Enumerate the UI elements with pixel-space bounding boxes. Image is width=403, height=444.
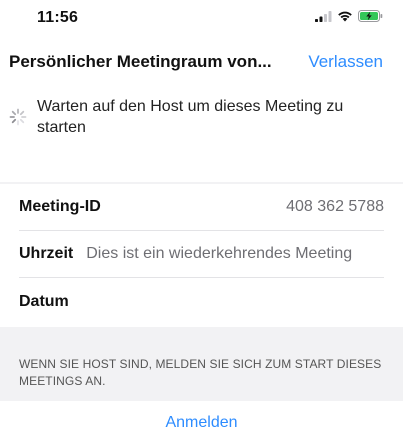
meeting-id-label: Meeting-ID xyxy=(19,198,101,215)
navigation-bar: Persönlicher Meetingraum von... Verlasse… xyxy=(0,36,403,86)
status-bar: 11:56 xyxy=(0,0,403,36)
waiting-message: Warten auf den Host um dieses Meeting zu… xyxy=(37,98,344,136)
cellular-signal-icon xyxy=(315,9,332,27)
date-label: Datum xyxy=(19,292,69,310)
signin-bar: Anmelden xyxy=(0,401,403,444)
date-row: Datum xyxy=(19,278,384,325)
page-title: Persönlicher Meetingraum von... xyxy=(9,52,272,71)
host-signin-note: WENN SIE HOST SIND, MELDEN SIE SICH ZUM … xyxy=(19,357,382,388)
waiting-banner: Warten auf den Host um dieses Meeting zu… xyxy=(0,86,403,182)
leave-button[interactable]: Verlassen xyxy=(308,52,383,72)
battery-charging-icon xyxy=(358,9,383,27)
signin-button[interactable]: Anmelden xyxy=(0,414,403,432)
loading-spinner-icon xyxy=(9,108,27,126)
wifi-icon xyxy=(337,9,353,27)
meeting-id-value: 408 362 5788 xyxy=(286,198,384,215)
meeting-info-list: Meeting-ID 408 362 5788 Uhrzeit Dies ist… xyxy=(0,184,403,327)
meeting-id-row: Meeting-ID 408 362 5788 xyxy=(19,184,384,231)
time-label: Uhrzeit xyxy=(19,245,74,262)
time-value: Dies ist ein wiederkehrendes Meeting xyxy=(86,245,353,262)
status-icons xyxy=(315,10,383,26)
time-row: Uhrzeit Dies ist ein wiederkehrendes Mee… xyxy=(19,231,384,278)
status-time: 11:56 xyxy=(37,9,79,26)
